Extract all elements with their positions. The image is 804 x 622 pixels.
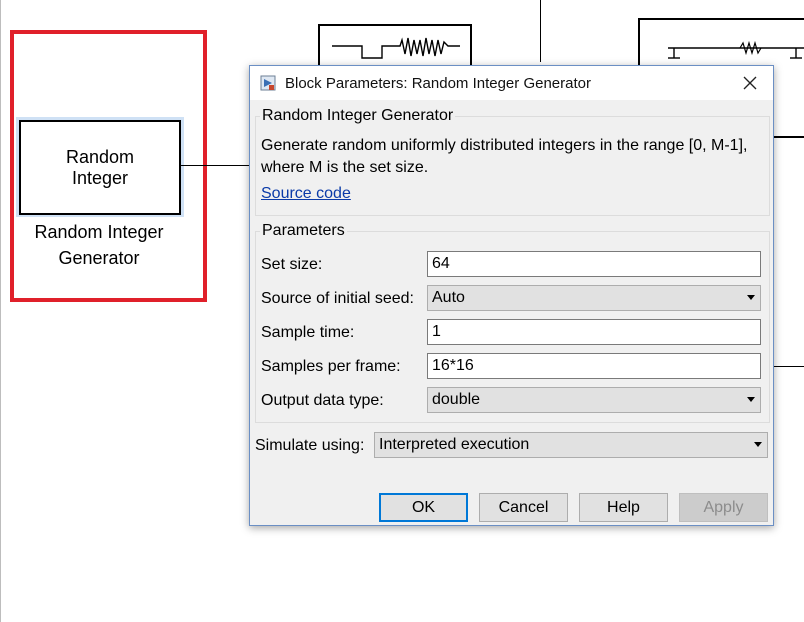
matlab-app-icon xyxy=(260,75,276,91)
canvas-left-edge xyxy=(0,0,1,622)
signal-line-right xyxy=(772,366,804,367)
initial-seed-value: Auto xyxy=(432,289,465,306)
output-data-type-value: double xyxy=(432,391,481,408)
dialog-title: Block Parameters: Random Integer Generat… xyxy=(285,75,591,92)
block-name-heading: Random Integer Generator xyxy=(260,107,456,125)
random-integer-block-caption[interactable]: Random Integer Generator xyxy=(14,219,184,271)
dialog-titlebar[interactable]: Block Parameters: Random Integer Generat… xyxy=(250,66,773,100)
apply-button[interactable]: Apply xyxy=(679,493,768,522)
sample-time-field[interactable]: 1 xyxy=(427,319,761,345)
parameters-heading: Parameters xyxy=(260,222,347,240)
sample-time-label: Sample time: xyxy=(261,324,355,341)
cancel-button[interactable]: Cancel xyxy=(479,493,568,522)
close-button[interactable] xyxy=(727,66,773,100)
help-button[interactable]: Help xyxy=(579,493,668,522)
samples-per-frame-label: Samples per frame: xyxy=(261,358,401,375)
output-data-type-dropdown[interactable]: double xyxy=(427,387,761,413)
random-integer-block[interactable]: Random Integer xyxy=(19,120,181,215)
simulate-using-value: Interpreted execution xyxy=(379,436,530,453)
waveform-icon xyxy=(332,37,460,59)
source-code-link[interactable]: Source code xyxy=(261,185,351,203)
set-size-field[interactable]: 64 xyxy=(427,251,761,277)
block-description: Generate random uniformly distributed in… xyxy=(261,137,748,176)
close-icon xyxy=(743,76,757,90)
chevron-down-icon xyxy=(747,397,755,402)
samples-per-frame-field[interactable]: 16*16 xyxy=(427,353,761,379)
signal-line-top xyxy=(540,0,541,62)
signal-line xyxy=(179,165,251,166)
simulate-using-dropdown[interactable]: Interpreted execution xyxy=(374,432,768,458)
chevron-down-icon xyxy=(747,295,755,300)
block-parameters-dialog: Block Parameters: Random Integer Generat… xyxy=(249,65,774,526)
initial-seed-label: Source of initial seed: xyxy=(261,290,414,307)
output-data-type-label: Output data type: xyxy=(261,392,384,409)
simulate-using-label: Simulate using: xyxy=(255,437,365,454)
ok-button[interactable]: OK xyxy=(379,493,468,522)
set-size-label: Set size: xyxy=(261,256,323,273)
initial-seed-dropdown[interactable]: Auto xyxy=(427,285,761,311)
chevron-down-icon xyxy=(754,442,762,447)
